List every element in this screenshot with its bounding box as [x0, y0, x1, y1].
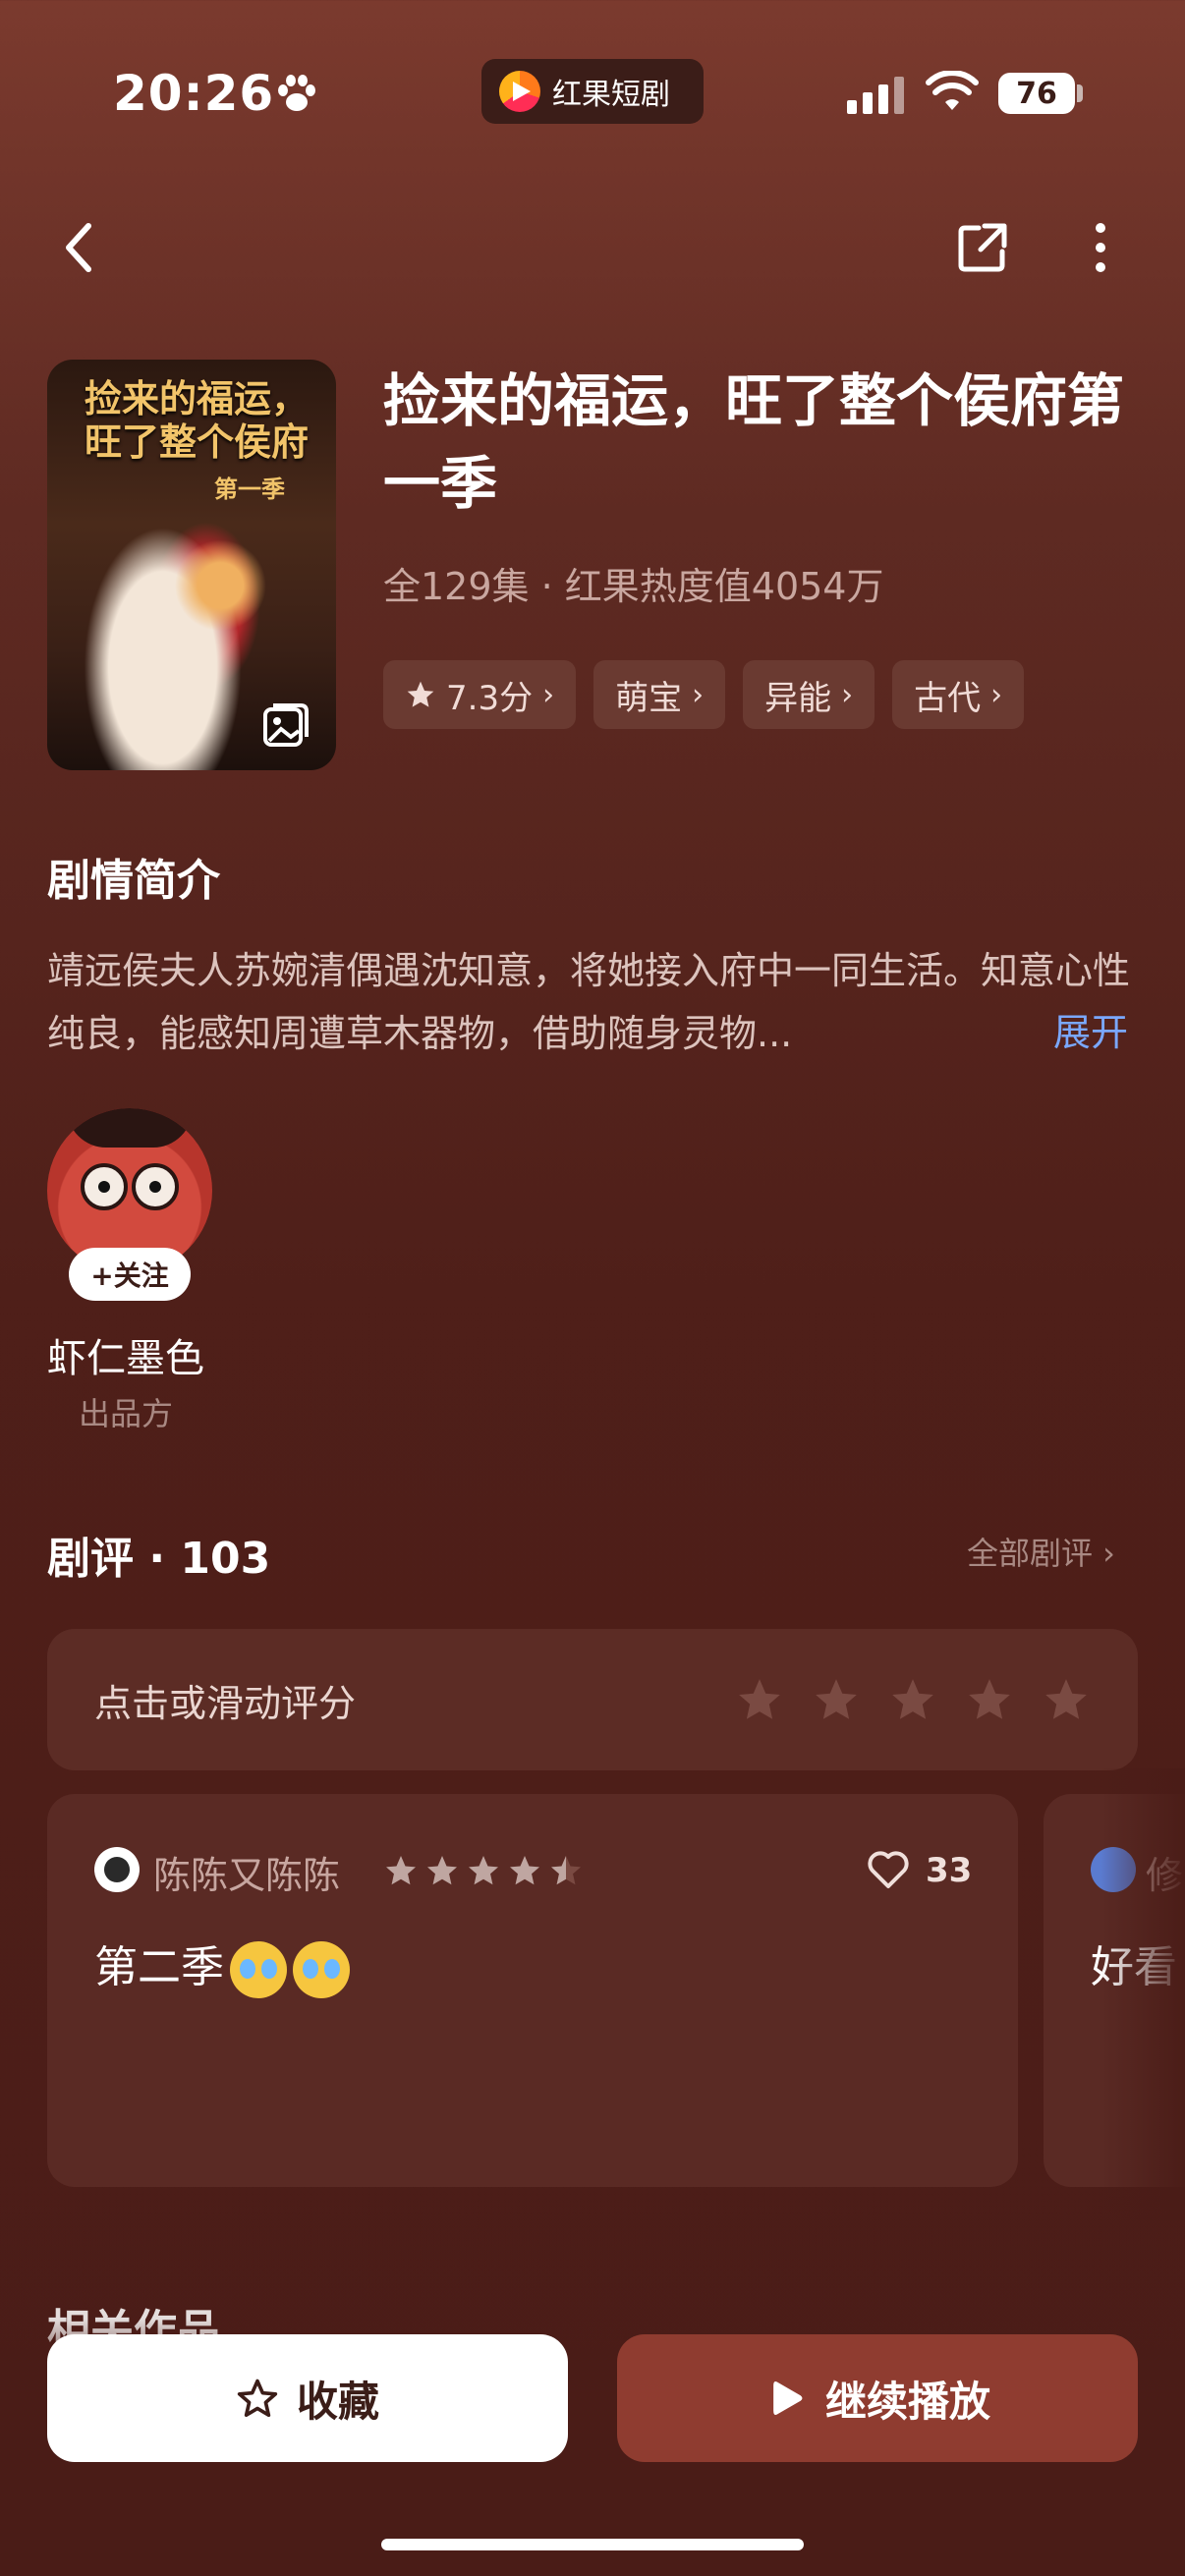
battery-cap [1077, 84, 1083, 102]
status-time: 20:26 [113, 65, 275, 122]
producer-name[interactable]: 虾仁墨色 [47, 1326, 204, 1383]
app-name: 红果短剧 [552, 78, 670, 112]
like-count: 33 [926, 1851, 973, 1890]
reviewer-avatar[interactable] [94, 1847, 140, 1892]
crying-emoji-icon [293, 1941, 350, 1998]
home-indicator[interactable] [381, 2539, 804, 2550]
rate-prompt: 点击或滑动评分 [94, 1681, 357, 1725]
battery-icon: 76 [998, 73, 1075, 114]
drama-title: 捡来的福运，旺了整个侯府第一季 [383, 367, 1125, 517]
all-reviews-link[interactable]: 全部剧评 › [967, 1529, 1115, 1574]
star-empty-icon[interactable] [735, 1675, 784, 1724]
star-outline-icon [237, 2379, 278, 2418]
back-button[interactable] [39, 208, 118, 287]
tag-ability[interactable]: 异能 › [743, 660, 875, 729]
review-text-content: 第二季 [94, 1942, 224, 1992]
drama-cover-image[interactable]: 捡来的福运，旺了整个侯府 第一季 [47, 360, 336, 770]
star-empty-icon[interactable] [812, 1675, 861, 1724]
expand-link[interactable]: 展开 [1053, 1002, 1128, 1056]
cellular-signal-icon [847, 75, 906, 114]
favorite-label: 收藏 [296, 2377, 379, 2426]
paw-icon [278, 75, 315, 111]
cover-season-text: 第一季 [214, 475, 285, 503]
gallery-icon[interactable] [257, 698, 312, 753]
star-empty-icon[interactable] [888, 1675, 937, 1724]
cover-title-text: 捡来的福运，旺了整个侯府 [84, 376, 309, 464]
wifi-icon [926, 71, 979, 110]
chevron-right-icon: › [692, 677, 705, 712]
tag-label: 异能 [764, 678, 832, 718]
star-filled-icon [427, 1856, 457, 1885]
review-text: 第二季 [94, 1932, 350, 1998]
app-logo-icon [499, 71, 540, 112]
reviewer-name[interactable]: 陈陈又陈陈 [153, 1845, 340, 1899]
crying-emoji-icon [230, 1941, 287, 1998]
continue-play-button[interactable]: 继续播放 [617, 2334, 1138, 2462]
avatar-eye [81, 1163, 128, 1210]
tag-ancient[interactable]: 古代 › [892, 660, 1025, 729]
rating-input-box[interactable]: 点击或滑动评分 [47, 1629, 1138, 1770]
tag-list: 7.3分 › 萌宝 › 异能 › 古代 › [383, 660, 1025, 729]
star-filled-icon [510, 1856, 539, 1885]
app-indicator-pill[interactable]: 红果短剧 [481, 59, 704, 124]
more-vertical-icon [1096, 223, 1105, 272]
share-icon [958, 223, 1007, 272]
chevron-left-icon [66, 223, 91, 272]
tag-label: 萌宝 [615, 678, 683, 718]
tag-cute-baby[interactable]: 萌宝 › [593, 660, 726, 729]
play-label: 继续播放 [824, 2377, 990, 2426]
chevron-right-icon: › [990, 677, 1003, 712]
follow-button[interactable]: +关注 [69, 1248, 191, 1301]
tag-label: 古代 [914, 678, 982, 718]
favorite-button[interactable]: 收藏 [47, 2334, 568, 2462]
producer-role: 出品方 [79, 1395, 174, 1432]
drama-meta: 全129集 · 红果热度值4054万 [383, 565, 884, 608]
chevron-right-icon: › [841, 677, 854, 712]
heart-icon[interactable] [865, 1845, 912, 1892]
star-filled-icon [469, 1856, 498, 1885]
rating-stars[interactable] [735, 1675, 1091, 1724]
star-filled-icon [386, 1856, 416, 1885]
review-rating-stars [383, 1853, 584, 1888]
star-empty-icon[interactable] [1042, 1675, 1091, 1724]
chevron-right-icon: › [542, 677, 555, 712]
star-half-icon [551, 1856, 581, 1885]
avatar-eye [132, 1163, 179, 1210]
play-icon [773, 2381, 803, 2415]
synopsis-heading: 剧情简介 [47, 856, 220, 906]
scroll-fade [1100, 1768, 1185, 2220]
star-empty-icon[interactable] [965, 1675, 1014, 1724]
star-icon [407, 681, 434, 707]
rating-tag[interactable]: 7.3分 › [383, 660, 577, 729]
tag-label: 7.3分 [446, 678, 534, 718]
synopsis-text[interactable]: 靖远侯夫人苏婉清偶遇沈知意，将她接入府中一同生活。知意心性纯良，能感知周遭草木器… [47, 939, 1138, 1065]
avatar-hair [67, 1108, 193, 1148]
more-button[interactable] [1061, 208, 1140, 287]
reviews-heading: 剧评 · 103 [47, 1534, 271, 1584]
share-button[interactable] [943, 208, 1022, 287]
